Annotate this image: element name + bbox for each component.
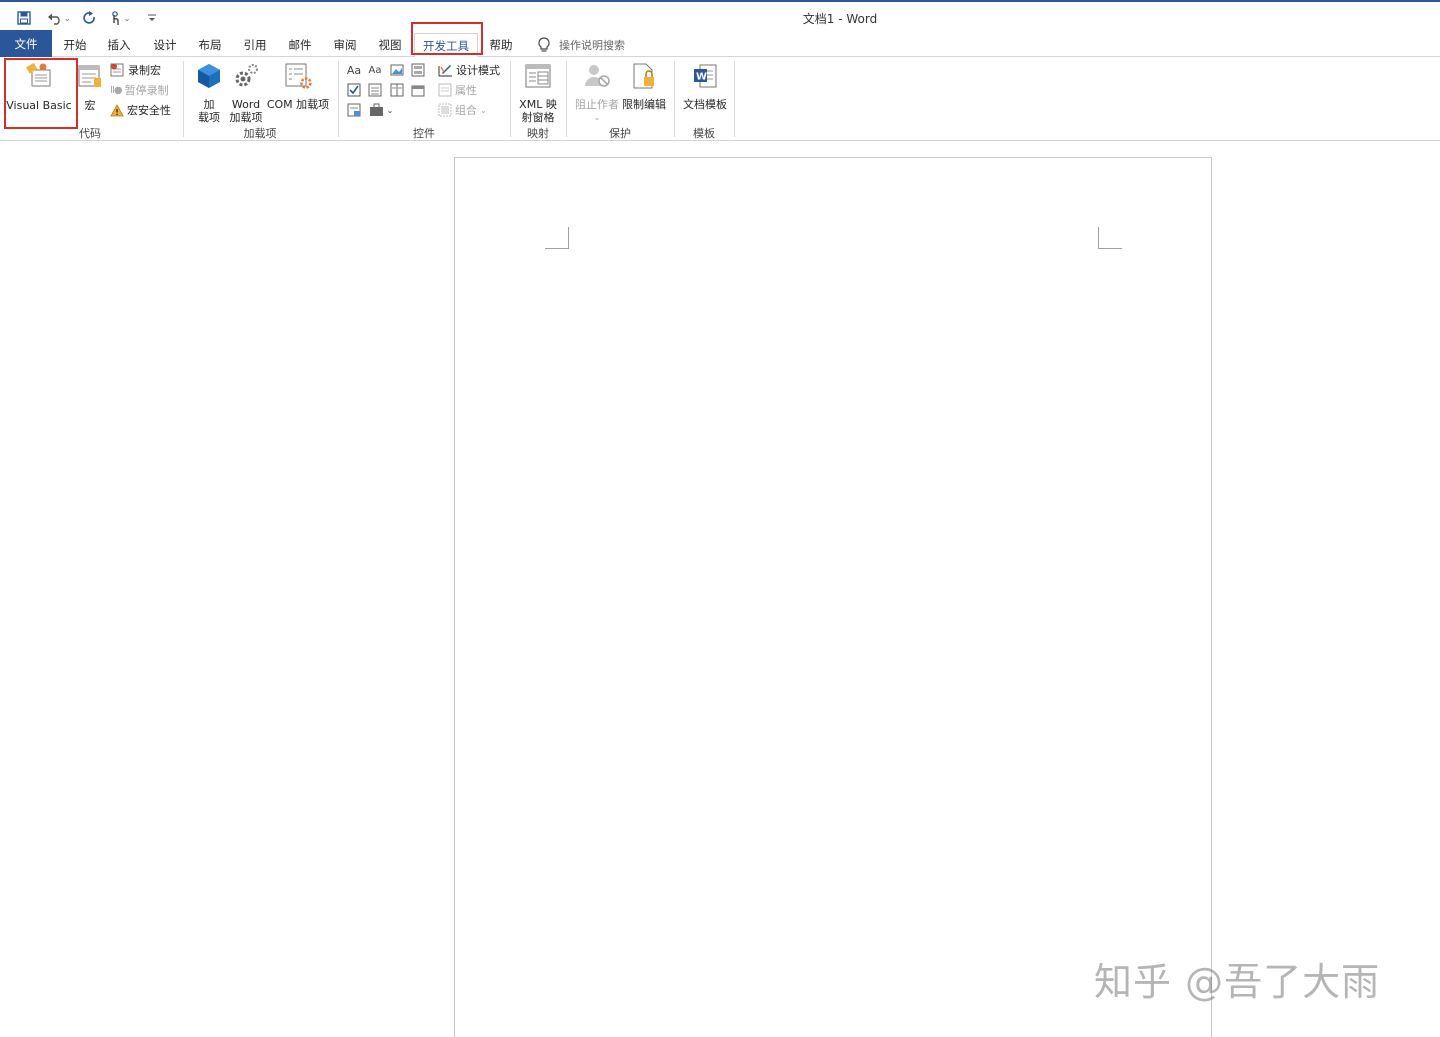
block-authors-button[interactable]: 阻止作者 ⌄ [572,59,622,124]
pause-recording-button[interactable]: II● 暂停录制 [110,81,169,99]
group-icon [438,103,452,117]
dropdown-list-control-icon[interactable] [389,82,405,98]
properties-button[interactable]: 属性 [438,81,477,99]
macros-icon [74,59,106,93]
restrict-editing-label: 限制编辑 [622,98,666,111]
group-label: 组合 [455,104,477,117]
pause-recording-icon: II● [110,84,123,96]
tab-references[interactable]: 引用 [238,33,272,57]
group-label-protect: 保护 [609,127,631,140]
date-picker-control-icon[interactable] [410,82,426,98]
group-label-controls: 控件 [413,127,435,140]
watermark: 知乎 @吾了大雨 [1094,960,1381,1004]
tab-help[interactable]: 帮助 [484,33,518,57]
separator [566,61,567,137]
design-mode-label: 设计模式 [456,64,500,77]
tab-review[interactable]: 审阅 [328,33,362,57]
combo-box-control-icon[interactable] [367,82,383,98]
block-authors-icon [581,59,613,93]
addins-cube-icon [193,59,225,93]
addins-button[interactable]: 加 载项 [192,59,226,124]
restrict-editing-button[interactable]: 限制编辑 [622,59,666,111]
visual-basic-highlight [4,58,78,129]
document-template-button[interactable]: W 文档模板 [680,59,730,111]
xml-mapping-icon [522,59,554,93]
separator [734,61,735,137]
tab-layout[interactable]: 布局 [193,33,227,57]
separator [510,61,511,137]
rich-text-control-icon[interactable]: Aa [346,62,362,78]
group-label-mapping: 映射 [527,127,549,140]
xml-mapping-label-line1: XML 映 [519,98,557,111]
addins-label-line1: 加 [203,98,215,111]
plain-text-label: Aa [368,64,382,76]
macros-label: 宏 [84,99,96,112]
design-mode-button[interactable]: 设计模式 [438,61,500,79]
checkbox-control-icon[interactable] [346,82,362,98]
tab-insert[interactable]: 插入 [102,33,136,57]
group-label-addins: 加载项 [243,127,277,140]
tell-me-placeholder: 操作说明搜索 [559,39,625,52]
window-title: 文档1 - Word [802,12,878,26]
group-button[interactable]: 组合 ⌄ [438,101,487,119]
xml-mapping-label-line2: 射窗格 [521,111,555,124]
separator [183,61,184,137]
tab-design[interactable]: 设计 [148,33,182,57]
rich-text-label: Aa [346,63,362,77]
separator [338,61,339,137]
tell-me-search[interactable]: 操作说明搜索 [537,33,625,57]
word-addins-button[interactable]: Word 加载项 [228,59,264,124]
tab-file[interactable]: 文件 [0,30,52,57]
developer-ribbon: Visual Basic 宏 录制宏 II● 暂停录制 宏安全性 代码 加 载项… [0,57,1440,141]
picture-control-icon[interactable] [389,62,405,78]
group-label-templates: 模板 [693,127,715,140]
separator [674,61,675,137]
group-label-code: 代码 [79,127,101,140]
com-addins-button[interactable]: COM 加载项 [266,59,330,111]
ribbon-tab-bar: 文件 开始 插入 设计 布局 引用 邮件 审阅 视图 开发工具 帮助 操作说明搜… [0,30,1440,58]
com-addins-icon [282,59,314,93]
repeating-section-control-icon[interactable] [346,102,362,118]
record-macro-icon [110,63,124,77]
com-addins-label: COM 加载项 [266,98,330,111]
macro-security-button[interactable]: 宏安全性 [110,101,171,119]
building-block-control-icon[interactable] [410,62,426,78]
word-addins-label-line2: 加载项 [229,111,263,124]
block-authors-label: 阻止作者 [575,98,619,111]
crop-mark-left [545,227,569,249]
macros-button[interactable]: 宏 [76,59,104,112]
document-page[interactable] [454,157,1212,1037]
gear-icon [230,59,262,93]
word-template-icon: W [689,59,721,93]
svg-text:W: W [696,72,707,83]
legacy-tools-icon[interactable]: ⌄ [367,102,395,118]
addins-label-line2: 载项 [198,111,220,124]
tab-home[interactable]: 开始 [58,33,92,57]
word-addins-label-line1: Word [231,98,261,111]
properties-label: 属性 [455,84,477,97]
xml-mapping-pane-button[interactable]: XML 映 射窗格 [516,59,560,124]
plain-text-control-icon[interactable]: Aa [367,62,383,78]
developer-tab-highlight [411,22,483,55]
macro-security-label: 宏安全性 [127,104,171,117]
properties-icon [438,83,452,97]
design-mode-icon [438,65,452,77]
pause-recording-label: 暂停录制 [124,84,169,97]
crop-mark-right [1098,227,1122,249]
document-canvas [0,141,1440,1037]
lock-document-icon [628,59,660,93]
warning-icon [110,103,124,116]
record-macro-button[interactable]: 录制宏 [110,61,161,79]
title-bar: ⌄ ⌄ 文档1 - Word [0,0,1440,30]
tab-view[interactable]: 视图 [373,33,407,57]
lightbulb-icon [538,37,550,52]
document-template-label: 文档模板 [683,98,727,111]
record-macro-label: 录制宏 [128,64,161,77]
tab-mailings[interactable]: 邮件 [283,33,317,57]
